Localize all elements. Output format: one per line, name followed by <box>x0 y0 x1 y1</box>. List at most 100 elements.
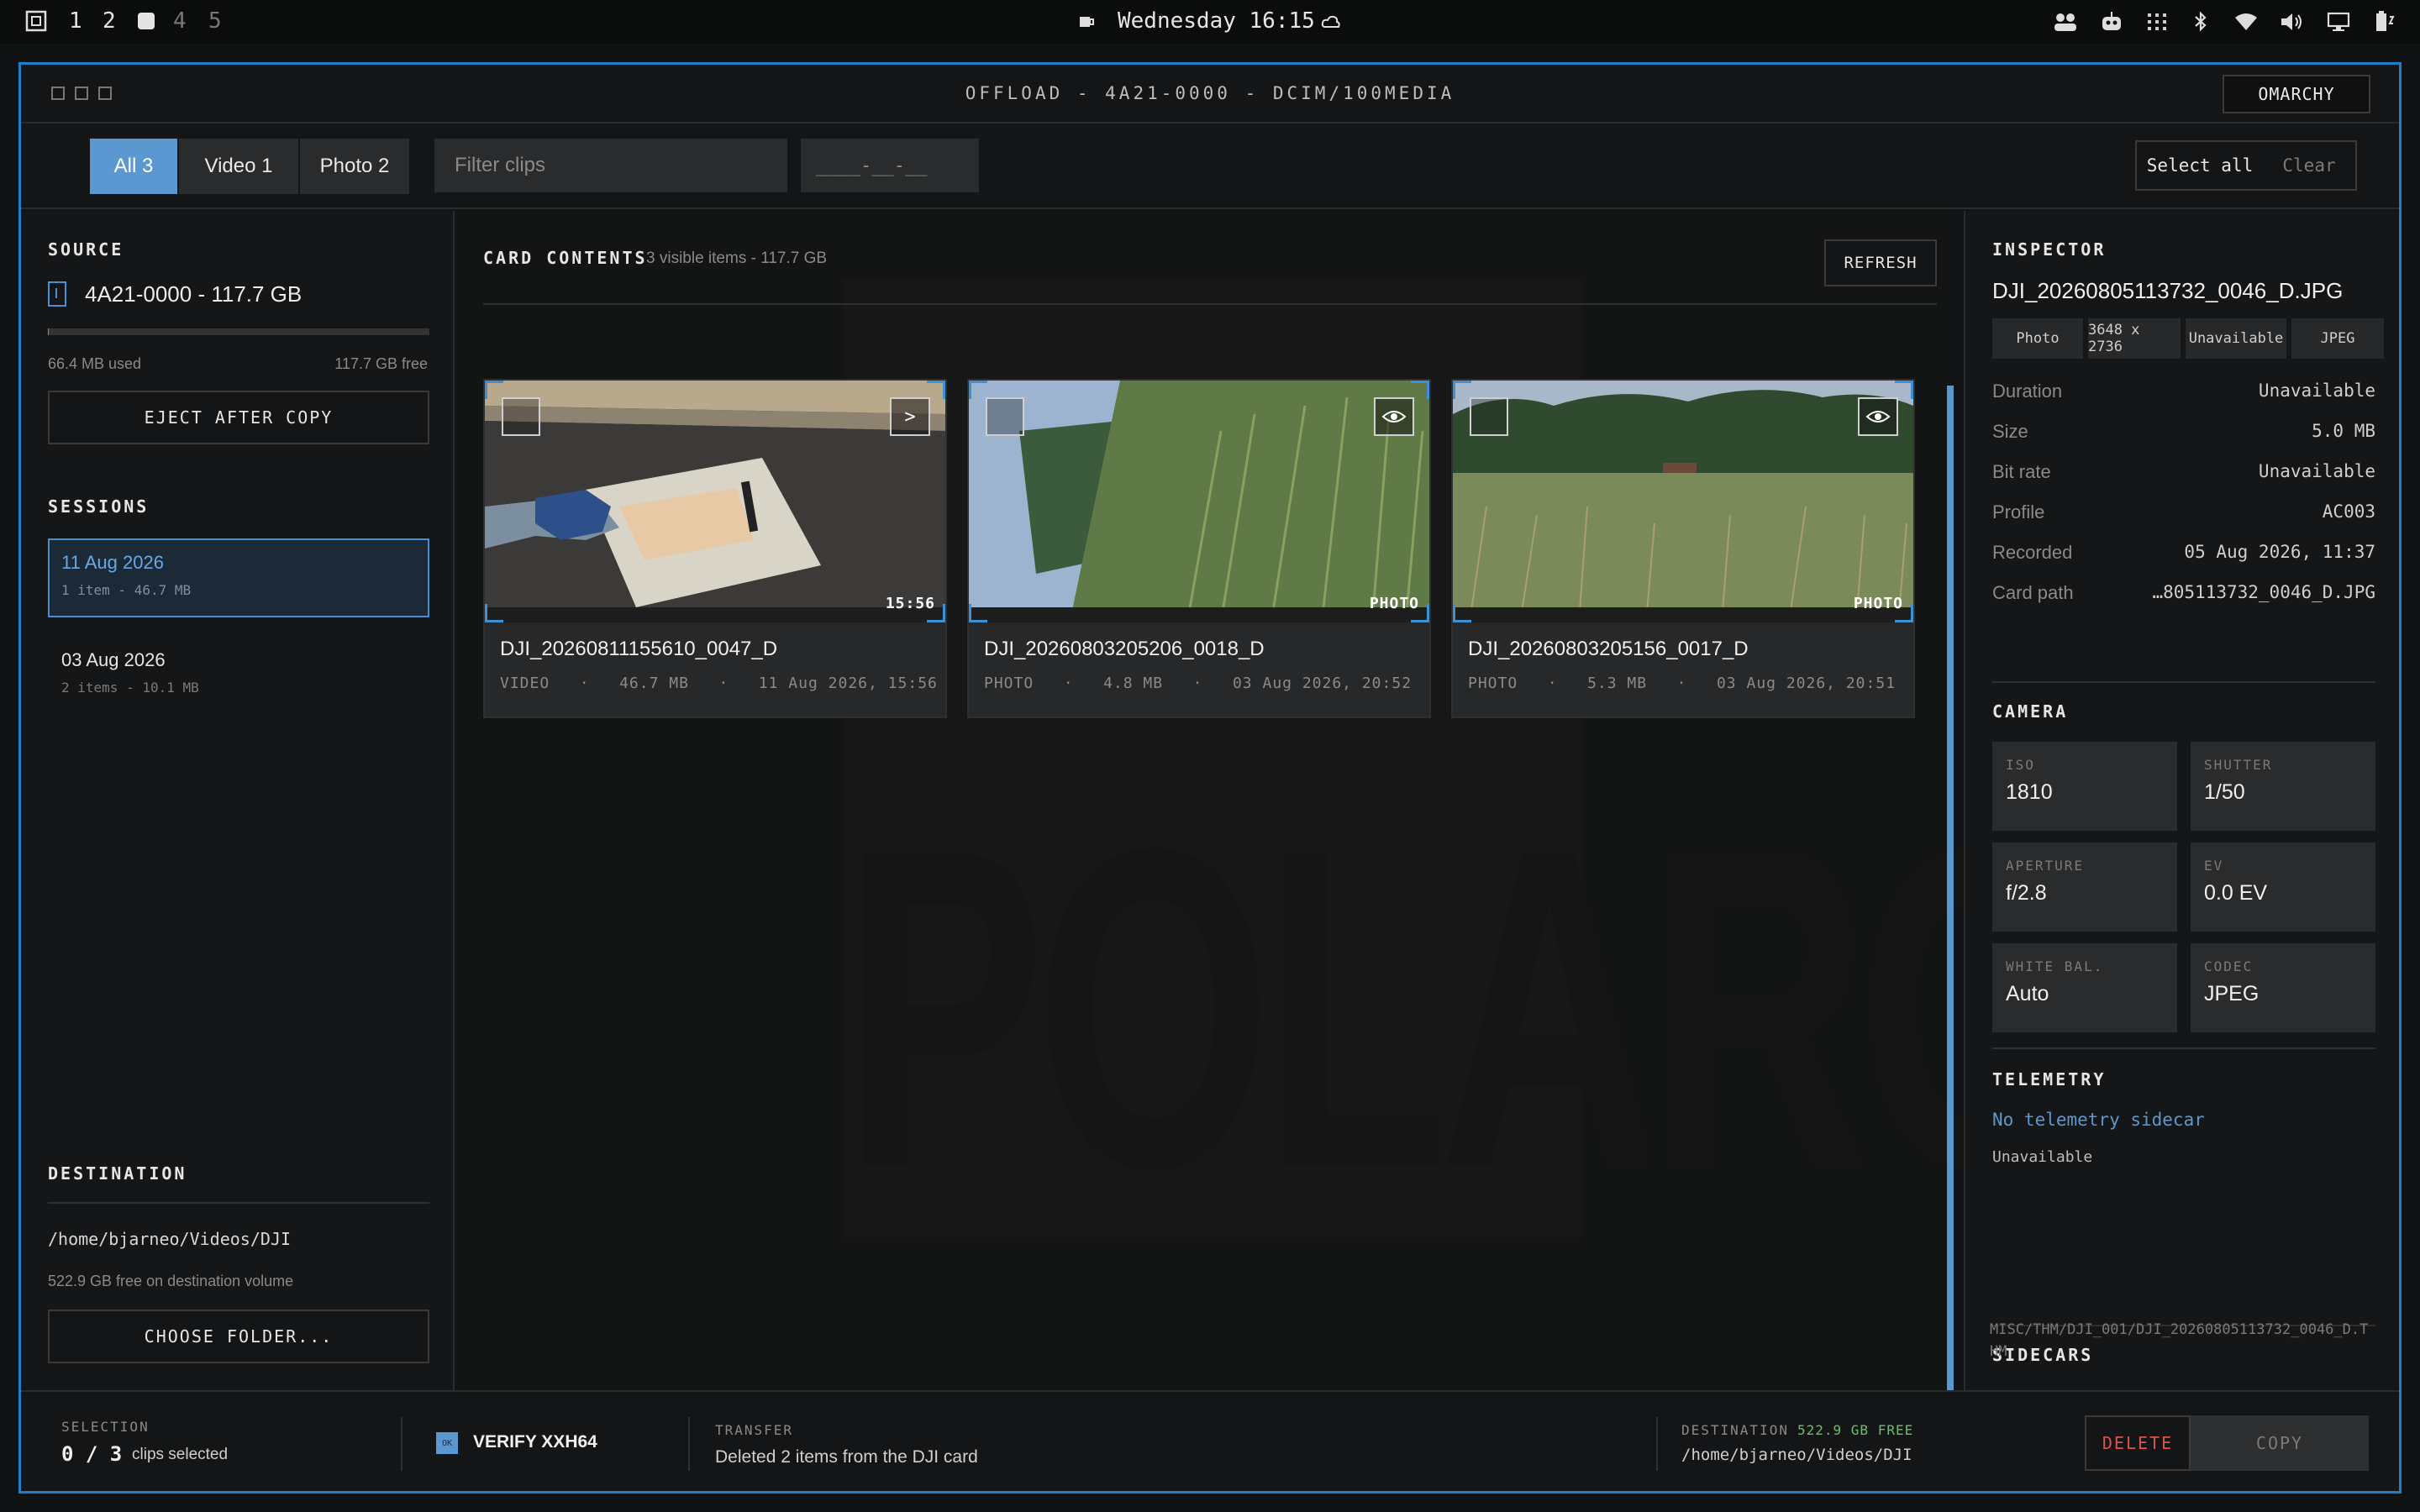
battery-charging-icon[interactable] <box>2371 10 2396 34</box>
scrollbar-thumb[interactable] <box>1947 386 1954 1424</box>
clip-type: VIDEO <box>500 675 550 692</box>
play-button[interactable]: > <box>890 397 930 436</box>
prop-value: AC003 <box>2322 501 2375 522</box>
divider <box>401 1417 402 1471</box>
choose-folder-button[interactable]: CHOOSE FOLDER... <box>48 1310 429 1363</box>
sessions-title: SESSIONS <box>48 496 150 517</box>
destination-path: /home/bjarneo/Videos/DJI <box>48 1229 291 1249</box>
session-item[interactable]: 03 Aug 2026 2 items - 10.1 MB <box>48 636 429 715</box>
sd-card-icon <box>48 281 66 307</box>
filter-clips-input[interactable] <box>434 139 787 192</box>
camera-value: 0.0 EV <box>2204 881 2268 905</box>
source-card-name: 4A21-0000 - 117.7 GB <box>85 281 302 307</box>
clip-meta: VIDEO · 46.7 MB · 11 Aug 2026, 15:56 <box>500 675 938 692</box>
chip-duration: Unavailable <box>2186 318 2286 359</box>
robot-icon[interactable] <box>2099 10 2124 34</box>
camera-shutter: SHUTTER 1/50 <box>2191 742 2375 831</box>
window-title: OFFLOAD - 4A21-0000 - DCIM/100MEDIA <box>965 83 1455 103</box>
destination-path: /home/bjarneo/Videos/DJI <box>1681 1446 1912 1464</box>
tab-photo[interactable]: Photo 2 <box>300 139 409 194</box>
session-item-selected[interactable]: 11 Aug 2026 1 item - 46.7 MB <box>48 538 429 617</box>
prop-value: Unavailable <box>2258 461 2375 481</box>
filter-bar: All 3 Video 1 Photo 2 ____-__-__ Select … <box>21 125 2399 209</box>
eject-after-copy-button[interactable]: EJECT AFTER COPY <box>48 391 429 444</box>
prop-value: 5.0 MB <box>2312 421 2375 441</box>
transfer-status: Deleted 2 items from the DJI card <box>715 1447 978 1467</box>
clip-card-video[interactable]: > 15:56 DJI_20260811155610_0047_D VIDEO … <box>483 379 947 718</box>
corner-bracket <box>969 381 987 399</box>
workspace-2[interactable]: 2 <box>103 8 116 34</box>
camera-codec: CODEC JPEG <box>2191 943 2375 1032</box>
card-contents-summary: 3 visible items - 117.7 GB <box>646 249 828 267</box>
clip-date: 03 Aug 2026, 20:51 <box>1716 675 1897 692</box>
wifi-icon[interactable] <box>2233 10 2259 34</box>
prop-key: Bit rate <box>1992 461 2051 482</box>
display-icon[interactable] <box>2326 10 2351 34</box>
clip-select-checkbox[interactable] <box>502 397 540 436</box>
clip-meta: PHOTO · 5.3 MB · 03 Aug 2026, 20:51 <box>1468 675 1896 692</box>
camera-value: 1810 <box>2006 780 2053 804</box>
meta-separator: · <box>718 675 729 692</box>
telemetry-title: TELEMETRY <box>1992 1069 2107 1089</box>
clip-card-photo[interactable]: PHOTO DJI_20260803205206_0018_D PHOTO · … <box>967 379 1431 718</box>
coffee-icon[interactable] <box>1077 13 1096 31</box>
camera-value: JPEG <box>2204 982 2260 1005</box>
corner-bracket <box>1895 381 1913 399</box>
omarchy-button[interactable]: OMARCHY <box>2223 75 2370 113</box>
users-icon[interactable] <box>2053 10 2078 34</box>
bluetooth-icon[interactable] <box>2188 10 2213 34</box>
clip-thumbnail[interactable]: PHOTO <box>1453 381 1913 622</box>
corner-bracket <box>1453 604 1471 622</box>
verify-ok-badge[interactable]: OK <box>436 1432 458 1454</box>
workspace-5[interactable]: 5 <box>208 8 222 34</box>
source-title: SOURCE <box>48 239 124 260</box>
grid-dots-icon[interactable] <box>2144 10 2170 34</box>
polaroid-watermark: POLAROID <box>843 755 2381 1263</box>
select-all-button[interactable]: Select all <box>2135 140 2265 191</box>
clip-date: 03 Aug 2026, 20:52 <box>1232 675 1413 692</box>
delete-button[interactable]: DELETE <box>2085 1415 2191 1471</box>
refresh-button[interactable]: REFRESH <box>1824 239 1937 286</box>
telemetry-value: Unavailable <box>1992 1148 2093 1166</box>
omarchy-logo-icon[interactable] <box>25 10 47 32</box>
meta-separator: · <box>579 675 590 692</box>
divider <box>1992 681 2375 683</box>
eye-icon <box>1381 411 1407 423</box>
divider <box>1992 1047 2375 1049</box>
clip-card-photo[interactable]: PHOTO DJI_20260803205156_0017_D PHOTO · … <box>1451 379 1915 718</box>
sidecar-path: MISC/THM/DJI_001/DJI_20260805113732_0046… <box>1990 1321 2369 1360</box>
inspector-pane: INSPECTOR DJI_20260805113732_0046_D.JPG … <box>1964 211 2399 1390</box>
tab-all[interactable]: All 3 <box>90 139 177 194</box>
clip-thumbnail[interactable]: PHOTO <box>969 381 1429 622</box>
preview-eye-button[interactable] <box>1374 397 1414 436</box>
source-used: 66.4 MB used <box>48 355 142 372</box>
source-usage-bar <box>48 328 429 335</box>
prop-key: Recorded <box>1992 542 2073 563</box>
clip-select-checkbox[interactable] <box>1470 397 1508 436</box>
workspace-1[interactable]: 1 <box>69 8 82 34</box>
session-date: 11 Aug 2026 <box>61 552 164 573</box>
divider <box>483 303 1937 305</box>
verify-xxh64-toggle[interactable]: VERIFY XXH64 <box>473 1432 597 1452</box>
destination-title: DESTINATION <box>48 1163 187 1184</box>
date-filter-input[interactable]: ____-__-__ <box>801 139 979 192</box>
clip-meta: PHOTO · 4.8 MB · 03 Aug 2026, 20:52 <box>984 675 1412 692</box>
weather-cloud-icon[interactable] <box>1321 13 1341 30</box>
clip-select-checkbox[interactable] <box>986 397 1024 436</box>
clock[interactable]: Wednesday 16:15 <box>1118 8 1315 34</box>
clear-button[interactable]: Clear <box>2263 140 2357 191</box>
copy-button[interactable]: COPY <box>2191 1415 2369 1471</box>
divider <box>688 1417 690 1471</box>
selection-count: 0 / 3 <box>61 1442 123 1466</box>
meta-separator: · <box>1676 675 1687 692</box>
clip-thumbnail[interactable]: > 15:56 <box>485 381 945 622</box>
workspace-4[interactable]: 4 <box>173 8 187 34</box>
workspace-3-active[interactable] <box>138 13 155 29</box>
volume-icon[interactable] <box>2279 10 2304 34</box>
corner-bracket <box>485 604 503 622</box>
corner-bracket <box>1453 381 1471 399</box>
camera-value: Auto <box>2006 982 2049 1005</box>
camera-label: ISO <box>2006 757 2035 773</box>
tab-video[interactable]: Video 1 <box>179 139 298 194</box>
preview-eye-button[interactable] <box>1858 397 1898 436</box>
